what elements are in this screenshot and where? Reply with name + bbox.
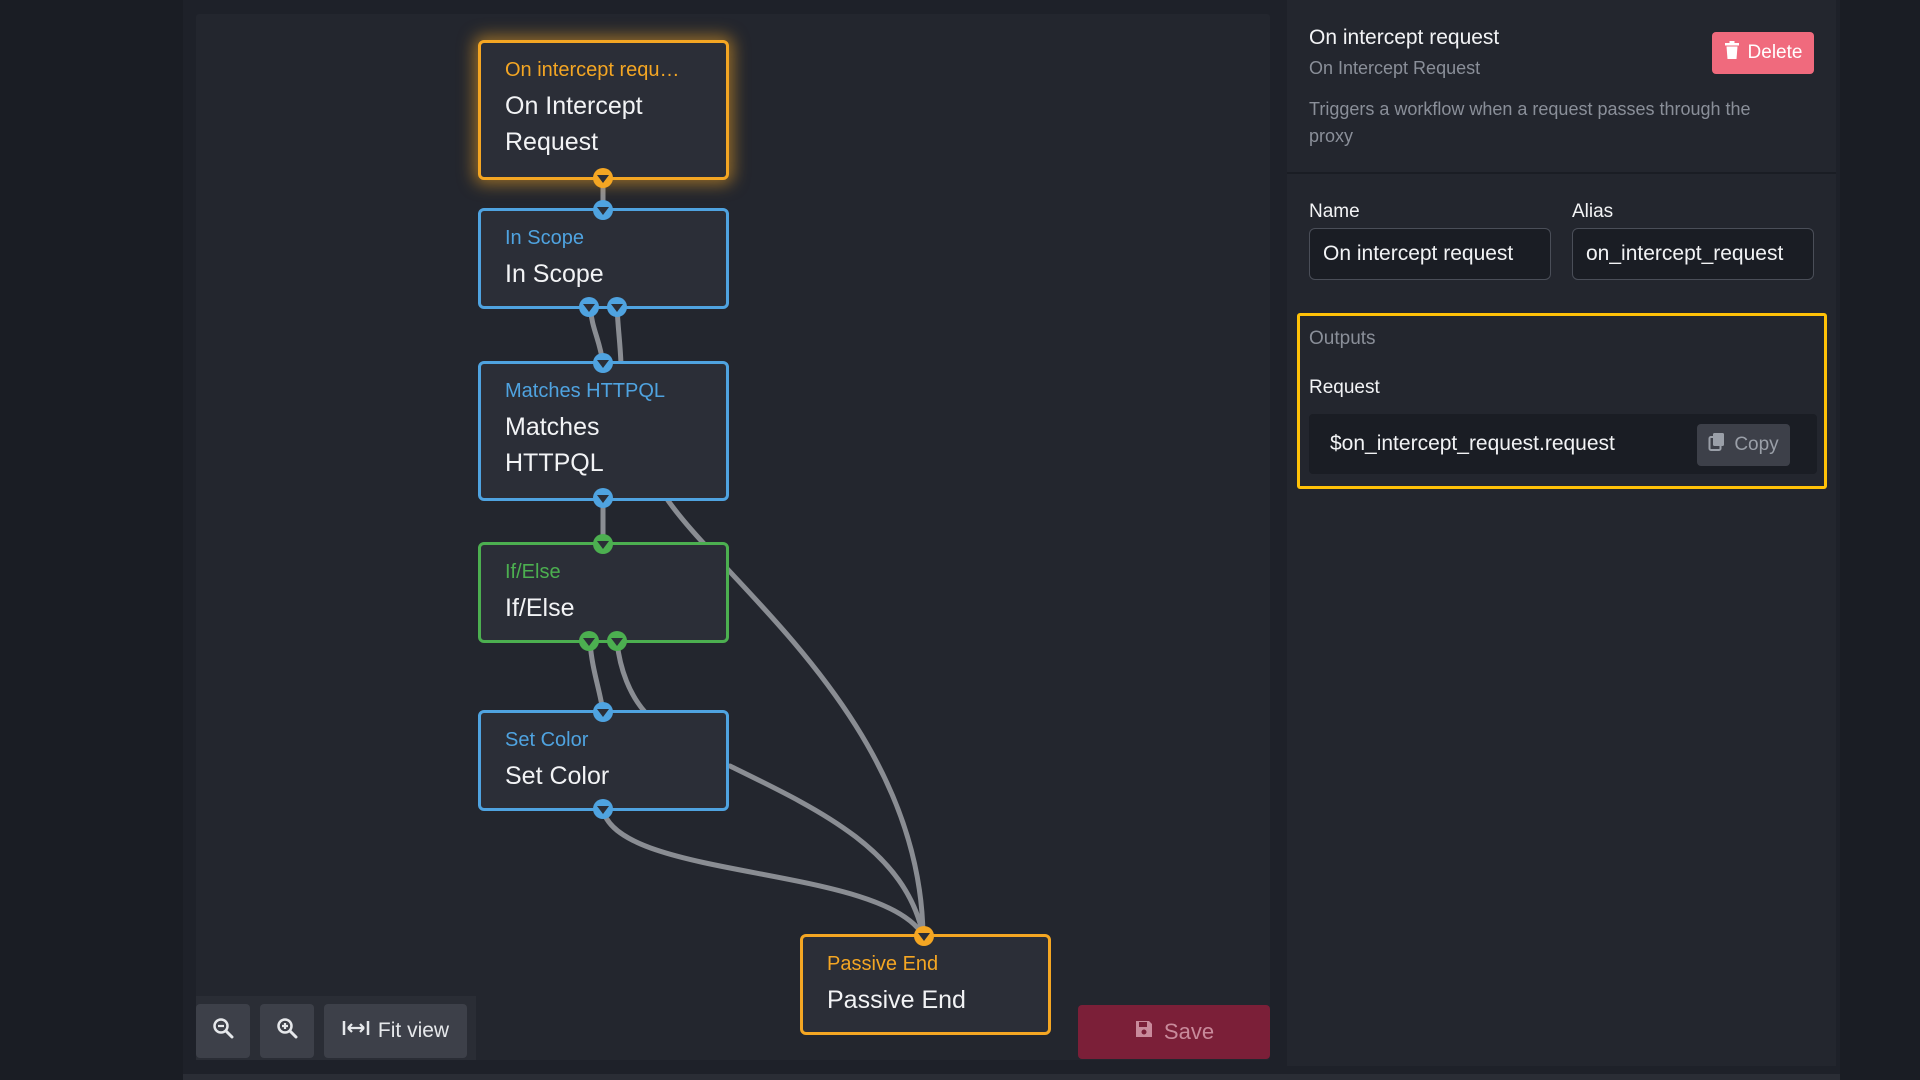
node-title: In Scope xyxy=(505,260,604,288)
bottom-strip xyxy=(183,1074,1840,1080)
outputs-title: Outputs xyxy=(1309,328,1376,349)
name-input[interactable] xyxy=(1309,228,1551,280)
delete-button[interactable]: Delete xyxy=(1712,32,1814,74)
output-request-label: Request xyxy=(1309,377,1380,398)
node-title: On Intercept Request xyxy=(505,92,643,156)
copy-label: Copy xyxy=(1734,434,1779,455)
panel-subtitle: On Intercept Request xyxy=(1309,58,1481,78)
zoom-in-icon xyxy=(276,1017,298,1045)
node-title: Matches HTTPQL xyxy=(505,413,604,477)
delete-label: Delete xyxy=(1747,42,1803,63)
input-handle-icon[interactable] xyxy=(913,925,935,947)
output-handle-icon[interactable] xyxy=(592,167,614,189)
output-request-value[interactable]: $on_intercept_request.request xyxy=(1330,432,1615,456)
node-type-label: If/Else xyxy=(505,561,561,583)
node-type-label: Passive End xyxy=(827,953,939,975)
outputs-section: Outputs Request $on_intercept_request.re… xyxy=(1297,313,1827,489)
node-if-else[interactable]: If/Else If/Else xyxy=(478,542,729,643)
output-request-box: $on_intercept_request.request Copy xyxy=(1309,414,1817,474)
node-in-scope[interactable]: In Scope In Scope xyxy=(478,208,729,309)
fit-view-button[interactable]: Fit view xyxy=(324,1004,467,1058)
alias-label: Alias xyxy=(1572,201,1614,222)
panel-header: On intercept request On Intercept Reques… xyxy=(1287,0,1836,174)
output-handle-true-icon[interactable] xyxy=(578,630,600,652)
output-handle-true-icon[interactable] xyxy=(578,296,600,318)
alias-input[interactable] xyxy=(1572,228,1814,280)
zoom-in-button[interactable] xyxy=(260,1004,314,1058)
workflow-canvas[interactable] xyxy=(196,14,1270,1060)
node-set-color[interactable]: Set Color Set Color xyxy=(478,710,729,811)
zoom-out-button[interactable] xyxy=(196,1004,250,1058)
node-passive-end[interactable]: Passive End Passive End xyxy=(800,934,1051,1035)
floppy-disk-icon xyxy=(1134,1019,1154,1045)
node-type-label: Matches HTTPQL xyxy=(505,380,666,402)
save-label: Save xyxy=(1163,1019,1215,1044)
node-on-intercept-request[interactable]: On intercept requ… On Intercept Request xyxy=(478,40,729,180)
fit-width-icon xyxy=(342,1019,370,1043)
copy-button[interactable]: Copy xyxy=(1697,424,1790,466)
input-handle-icon[interactable] xyxy=(592,352,614,374)
zoom-out-icon xyxy=(212,1017,234,1045)
output-handle-icon[interactable] xyxy=(592,798,614,820)
panel-title: On intercept request xyxy=(1309,26,1500,49)
output-handle-false-icon[interactable] xyxy=(606,630,628,652)
trash-icon xyxy=(1724,41,1740,65)
input-handle-icon[interactable] xyxy=(592,533,614,555)
name-label: Name xyxy=(1309,201,1360,222)
node-title: Passive End xyxy=(827,986,966,1014)
output-handle-icon[interactable] xyxy=(592,487,614,509)
copy-icon xyxy=(1708,432,1726,458)
node-details-panel: On intercept request On Intercept Reques… xyxy=(1287,0,1836,1066)
node-title: If/Else xyxy=(505,594,575,622)
node-type-label: On intercept requ… xyxy=(505,59,680,81)
node-type-label: Set Color xyxy=(505,729,589,751)
panel-description: Triggers a workflow when a request passe… xyxy=(1309,99,1751,146)
save-button[interactable]: Save xyxy=(1078,1005,1270,1059)
input-handle-icon[interactable] xyxy=(592,701,614,723)
fit-view-label: Fit view xyxy=(377,1019,450,1042)
node-title: Set Color xyxy=(505,762,610,790)
output-handle-false-icon[interactable] xyxy=(606,296,628,318)
node-type-label: In Scope xyxy=(505,227,584,249)
node-matches-httpql[interactable]: Matches HTTPQL Matches HTTPQL xyxy=(478,361,729,501)
input-handle-icon[interactable] xyxy=(592,199,614,221)
